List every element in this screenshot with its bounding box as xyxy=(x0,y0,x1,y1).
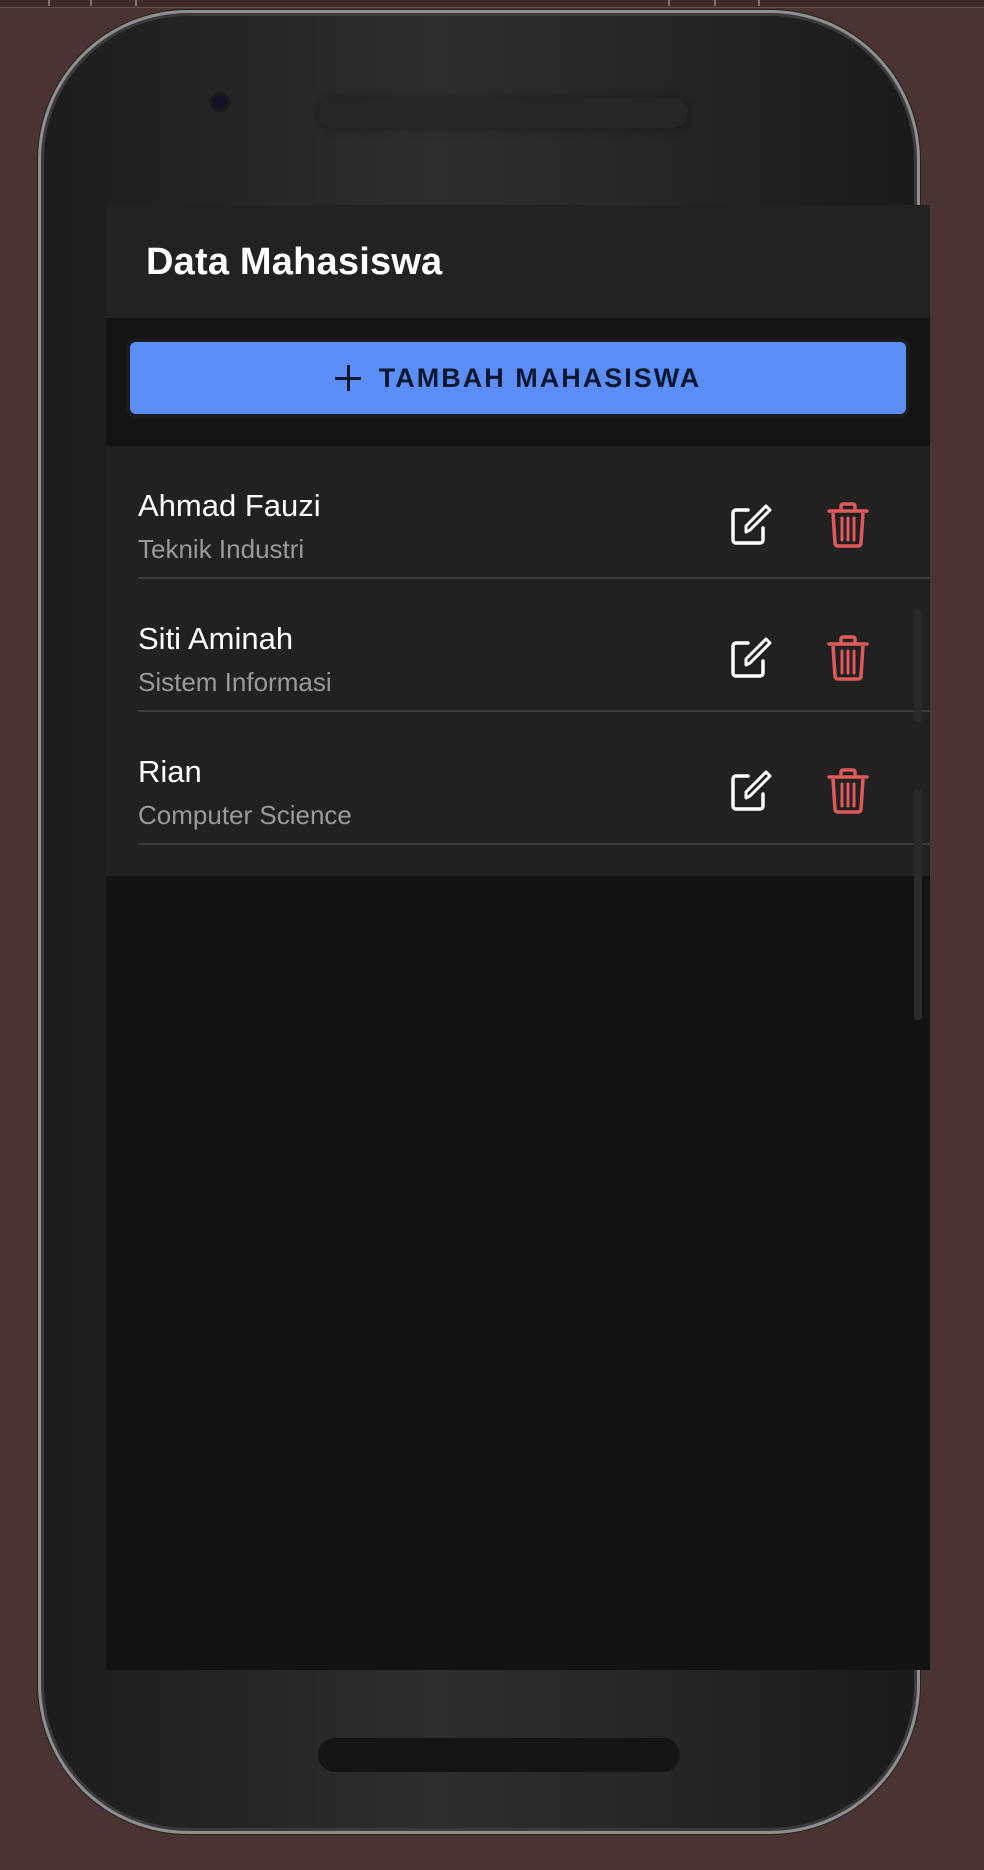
home-button[interactable] xyxy=(318,1738,680,1772)
student-major: Teknik Industri xyxy=(138,534,305,564)
delete-button[interactable] xyxy=(820,629,876,685)
add-student-label: TAMBAH MAHASISWA xyxy=(378,362,702,393)
list-item[interactable]: Rian Computer Science xyxy=(106,712,930,845)
student-list: Ahmad Fauzi Teknik Industri Siti Aminah … xyxy=(106,446,930,876)
add-student-button[interactable]: TAMBAH MAHASISWA xyxy=(130,342,906,414)
app-bar: Data Mahasiswa xyxy=(106,205,930,318)
delete-button[interactable] xyxy=(820,762,876,818)
trash-icon xyxy=(827,768,869,814)
volume-button[interactable] xyxy=(914,610,922,722)
earpiece-speaker xyxy=(318,98,688,128)
power-button[interactable] xyxy=(914,790,922,1020)
edit-button[interactable] xyxy=(724,629,780,685)
plus-icon xyxy=(334,365,361,391)
trash-icon xyxy=(827,502,869,548)
page-title: Data Mahasiswa xyxy=(146,241,443,283)
student-name: Rian xyxy=(138,754,202,789)
list-item[interactable]: Ahmad Fauzi Teknik Industri xyxy=(106,446,930,579)
delete-button[interactable] xyxy=(820,496,876,552)
row-divider xyxy=(138,843,930,845)
edit-icon xyxy=(731,770,772,811)
ruler-tick xyxy=(135,0,137,6)
ruler-tick xyxy=(90,0,92,6)
student-name: Ahmad Fauzi xyxy=(138,488,321,523)
top-ruler xyxy=(0,0,984,8)
ruler-tick xyxy=(48,0,50,6)
ruler-tick xyxy=(668,0,670,6)
edit-button[interactable] xyxy=(724,762,780,818)
student-major: Computer Science xyxy=(138,800,352,830)
student-name: Siti Aminah xyxy=(138,621,294,656)
ruler-tick xyxy=(758,0,760,6)
edit-icon xyxy=(731,504,772,545)
trash-icon xyxy=(827,635,869,681)
list-item[interactable]: Siti Aminah Sistem Informasi xyxy=(106,579,930,712)
app-screen: Data Mahasiswa TAMBAH MAHASISWA Ahmad Fa… xyxy=(106,205,930,1670)
front-camera xyxy=(210,92,230,112)
button-area: TAMBAH MAHASISWA xyxy=(106,318,930,446)
edit-icon xyxy=(731,637,772,678)
edit-button[interactable] xyxy=(724,496,780,552)
phone-frame: Data Mahasiswa TAMBAH MAHASISWA Ahmad Fa… xyxy=(38,10,930,1834)
ruler-tick xyxy=(714,0,716,6)
student-major: Sistem Informasi xyxy=(138,667,332,697)
